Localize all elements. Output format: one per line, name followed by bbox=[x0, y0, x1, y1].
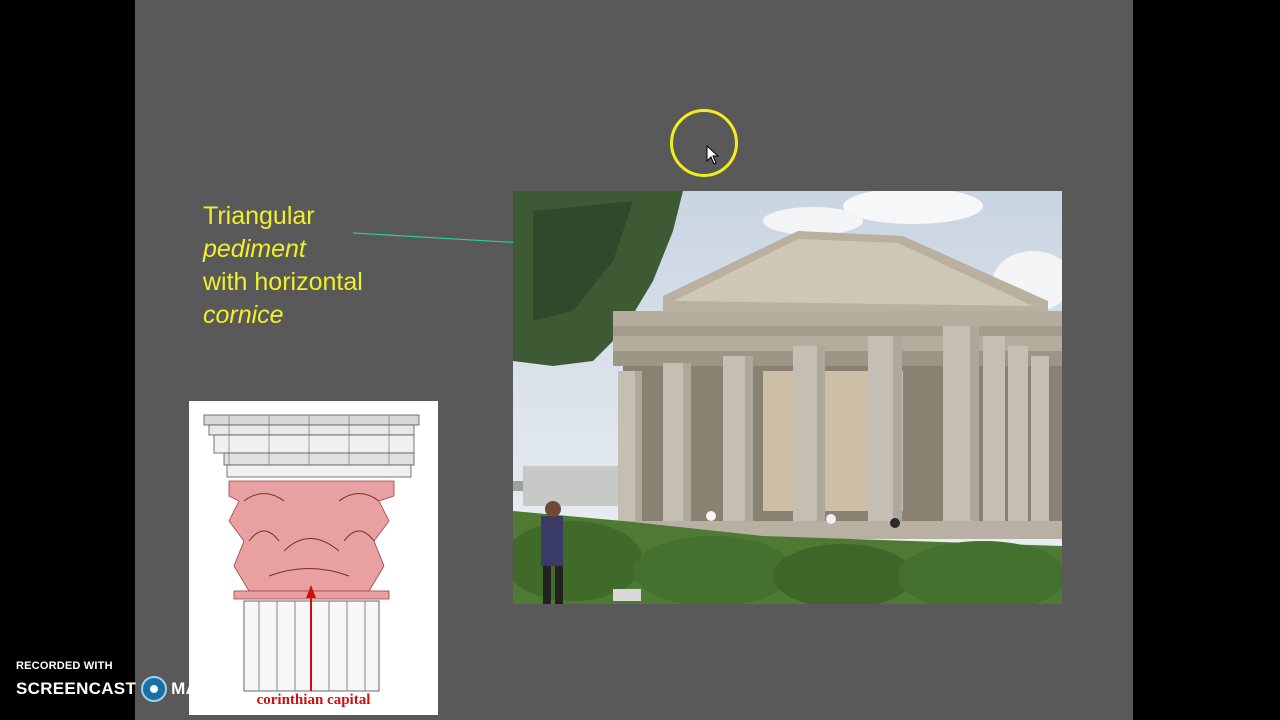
brand-right: MATIC bbox=[171, 679, 226, 698]
screencastomatic-logo-icon bbox=[141, 676, 168, 702]
mouse-pointer-icon bbox=[706, 145, 720, 165]
capital-label: corinthian capital bbox=[256, 692, 371, 708]
screencast-watermark: RECORDED WITH SCREENCAST MATIC bbox=[16, 660, 225, 702]
corinthian-capital-illustration: corinthian capital bbox=[189, 401, 438, 715]
brand-left: SCREENCAST bbox=[16, 679, 137, 698]
temple-photo bbox=[513, 191, 1062, 604]
slide: Triangular pediment with horizontal corn… bbox=[135, 0, 1133, 720]
cursor-highlight-ring-icon bbox=[670, 109, 738, 177]
recorded-with-label: RECORDED WITH bbox=[16, 660, 113, 672]
